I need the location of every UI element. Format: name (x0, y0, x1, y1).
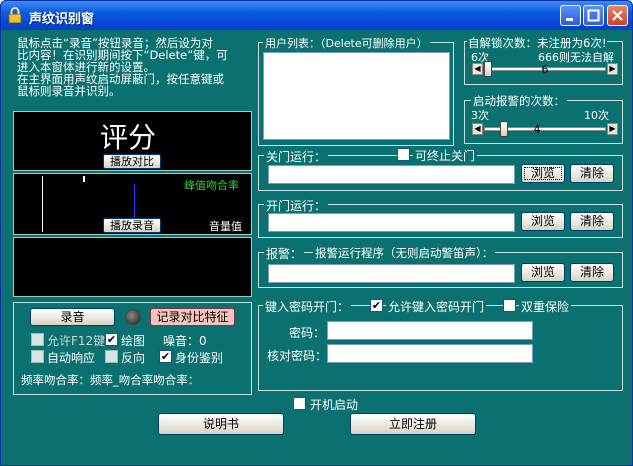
open-door-browse-button[interactable]: 浏览 (521, 212, 565, 231)
confirm-password-input[interactable] (327, 344, 533, 363)
user-list[interactable] (263, 52, 450, 140)
lock-times-slider[interactable]: ◀ ▶ 6 (472, 61, 618, 77)
alarm-browse-button[interactable]: 浏览 (521, 263, 565, 282)
password-group-label: 键入密码开门： (263, 298, 352, 315)
slider-value: 6 (541, 63, 549, 76)
slider-value: 4 (533, 123, 541, 136)
identity-check-checkbox[interactable]: ✔ (159, 350, 172, 363)
waveform-line (42, 176, 43, 232)
close-door-label: 关门运行： (264, 148, 329, 165)
slider-right-arrow-icon[interactable]: ▶ (607, 63, 618, 75)
confirm-password-label: 核对密码： (267, 349, 328, 363)
close-door-path-input[interactable] (268, 165, 515, 184)
maximize-button[interactable] (583, 5, 604, 26)
double-insurance-label: 双重保险 (519, 298, 572, 315)
play-recording-button[interactable]: 播放录音 (103, 218, 161, 233)
reverse-checkbox[interactable] (105, 350, 118, 363)
password-label: 密码： (289, 326, 326, 340)
terminable-label: 可终止关门 (413, 147, 478, 164)
close-door-clear-button[interactable]: 清除 (570, 164, 614, 183)
alarm-times-slider[interactable]: ◀ ▶ 4 (472, 121, 618, 137)
main-window: 声纹识别窗 鼠标点击“录音”按钮录音；然后设为对 比内容！在识别期间按下“Del… (0, 0, 633, 466)
allow-f12-label: 允许F12键 (47, 334, 106, 348)
open-door-label: 开门运行： (264, 197, 329, 214)
register-button[interactable]: 立即注册 (350, 413, 476, 435)
maximize-icon (587, 9, 600, 22)
instructions-text: 鼠标点击“录音”按钮录音；然后设为对 比内容！在识别期间按下“Delete”键，… (17, 37, 228, 97)
reverse-label: 反向 (121, 351, 146, 365)
minimize-button[interactable] (560, 5, 581, 26)
close-door-browse-button[interactable]: 浏览 (521, 164, 565, 183)
allow-f12-checkbox[interactable] (31, 333, 44, 346)
double-insurance-checkbox[interactable] (503, 299, 516, 312)
password-input[interactable] (327, 321, 533, 340)
waveform-panel: 峰值吻合率 播放录音 音量值 (13, 173, 252, 235)
slider-thumb[interactable] (484, 61, 492, 77)
peak-match-label: 峰值吻合率 (184, 179, 239, 192)
window-title: 声纹识别窗 (29, 12, 95, 27)
noise-label: 噪音：0 (163, 334, 207, 348)
slider-left-arrow-icon[interactable]: ◀ (472, 123, 483, 135)
record-button[interactable]: 录音 (30, 308, 115, 326)
alarm-label: 报警： (264, 245, 305, 262)
spectrum-panel (13, 237, 252, 297)
title-bar[interactable]: 声纹识别窗 (1, 1, 632, 30)
manual-button[interactable]: 说明书 (158, 413, 284, 435)
draw-checkbox[interactable]: ✔ (105, 333, 118, 346)
peak-marker (83, 176, 85, 182)
record-indicator-icon (125, 309, 141, 325)
score-label: 评分 (100, 121, 157, 154)
volume-label: 音量值 (209, 220, 242, 233)
minimize-icon (566, 18, 573, 21)
draw-label: 绘图 (121, 334, 146, 348)
auto-response-checkbox[interactable] (31, 350, 44, 363)
record-compare-button[interactable]: 记录对比特征 (150, 308, 235, 326)
alarm-clear-button[interactable]: 清除 (570, 263, 614, 282)
open-door-clear-button[interactable]: 清除 (570, 212, 614, 231)
identity-check-label: 身份鉴别 (175, 351, 224, 365)
lock-icon (8, 7, 22, 23)
slider-left-arrow-icon[interactable]: ◀ (472, 63, 483, 75)
allow-password-checkbox[interactable]: ✔ (370, 299, 383, 312)
terminable-checkbox[interactable] (397, 148, 410, 161)
autostart-checkbox[interactable] (293, 397, 306, 410)
open-door-path-input[interactable] (268, 213, 515, 232)
slider-thumb[interactable] (499, 121, 508, 137)
play-compare-button[interactable]: 播放对比 (103, 154, 161, 169)
close-icon (612, 10, 623, 21)
allow-password-label: 允许键入密码开门 (386, 298, 487, 315)
auto-response-label: 自动响应 (47, 351, 96, 365)
close-button[interactable] (607, 5, 628, 26)
score-panel: 评分 播放对比 (13, 111, 252, 171)
alarm-program-path-input[interactable] (268, 264, 515, 283)
instruction-line: 鼠标则录音并识别。 (17, 84, 121, 98)
alarm-program-label: 报警运行程序（无则启动警笛声）： (313, 245, 496, 261)
frequency-match-text: 频率吻合率：频率_吻合率吻合率： (21, 373, 200, 387)
user-list-label: 用户列表：（Delete可删除用户） (263, 35, 430, 51)
slider-right-arrow-icon[interactable]: ▶ (607, 123, 618, 135)
autostart-label: 开机启动 (310, 398, 359, 412)
